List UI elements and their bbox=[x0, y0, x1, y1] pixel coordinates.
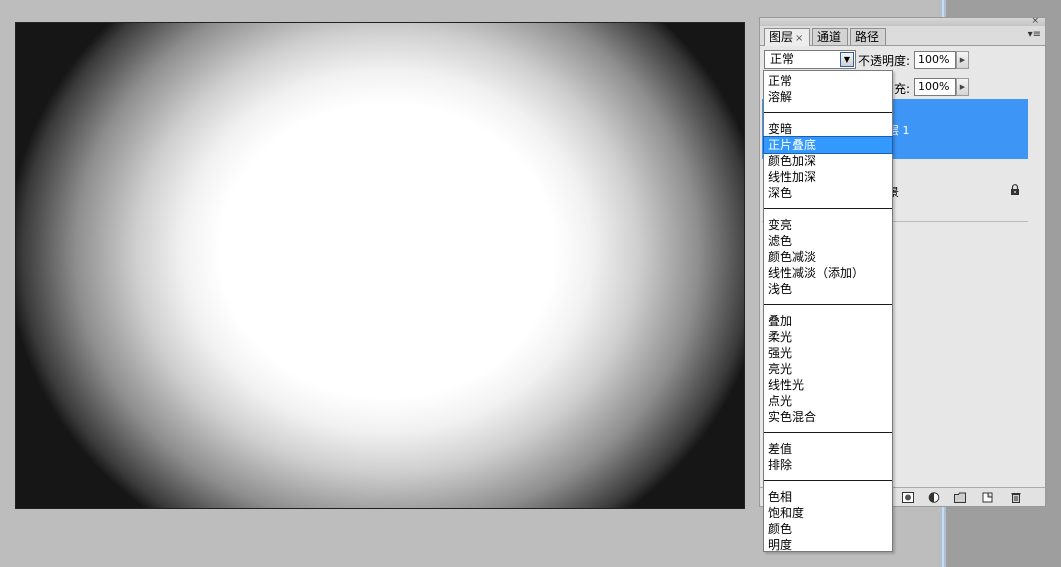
delete-layer-icon[interactable] bbox=[1010, 492, 1022, 503]
blend-mode-option[interactable]: 排除 bbox=[764, 457, 892, 473]
menu-separator bbox=[764, 480, 892, 481]
menu-separator bbox=[764, 432, 892, 433]
blend-mode-option[interactable]: 正常 bbox=[764, 73, 892, 89]
document-canvas[interactable] bbox=[15, 22, 745, 509]
blend-mode-option[interactable]: 亮光 bbox=[764, 361, 892, 377]
blend-mode-option[interactable]: 叠加 bbox=[764, 313, 892, 329]
chevron-down-icon[interactable]: ▼ bbox=[840, 52, 854, 67]
tab-channels[interactable]: 通道 bbox=[812, 28, 848, 45]
fill-input[interactable]: 100% bbox=[914, 78, 956, 96]
blend-mode-option[interactable]: 饱和度 bbox=[764, 505, 892, 521]
adjustment-layer-icon[interactable] bbox=[928, 492, 940, 503]
menu-separator bbox=[764, 304, 892, 305]
blend-mode-option[interactable]: 变亮 bbox=[764, 217, 892, 233]
blend-mode-value: 正常 bbox=[770, 52, 795, 66]
blend-mode-option[interactable]: 浅色 bbox=[764, 281, 892, 297]
tab-layers-label: 图层 bbox=[769, 30, 794, 44]
tab-paths-label: 路径 bbox=[855, 30, 880, 44]
opacity-label: 不透明度: bbox=[858, 54, 911, 68]
blend-mode-option[interactable]: 线性减淡（添加） bbox=[764, 265, 892, 281]
tab-close-icon[interactable]: × bbox=[795, 33, 803, 44]
blend-mode-option[interactable]: 滤色 bbox=[764, 233, 892, 249]
blend-mode-option[interactable]: 正片叠底 bbox=[763, 136, 893, 154]
blend-mode-option[interactable]: 颜色 bbox=[764, 521, 892, 537]
blend-mode-option[interactable]: 差值 bbox=[764, 441, 892, 457]
opacity-slider-button[interactable]: ▶ bbox=[956, 51, 969, 69]
blend-mode-option[interactable]: 颜色减淡 bbox=[764, 249, 892, 265]
blend-mode-option[interactable]: 线性加深 bbox=[764, 169, 892, 185]
blend-mode-option[interactable]: 变暗 bbox=[764, 121, 892, 137]
blend-mode-option[interactable]: 强光 bbox=[764, 345, 892, 361]
tab-layers[interactable]: 图层 × bbox=[764, 28, 810, 46]
tab-paths[interactable]: 路径 bbox=[850, 28, 886, 45]
fill-label: 充: bbox=[894, 82, 911, 96]
blend-mode-option[interactable]: 色相 bbox=[764, 489, 892, 505]
layer-mask-icon[interactable] bbox=[902, 492, 914, 503]
new-group-icon[interactable] bbox=[954, 492, 966, 503]
panel-tabs: 图层 × 通道 路径 ▾≡ bbox=[760, 26, 1045, 46]
blend-mode-option[interactable]: 线性光 bbox=[764, 377, 892, 393]
panel-menu-icon[interactable]: ▾≡ bbox=[1028, 29, 1041, 40]
panel-close-icon[interactable]: × bbox=[1031, 16, 1039, 26]
blend-mode-select[interactable]: 正常 ▼ bbox=[764, 50, 856, 69]
tab-channels-label: 通道 bbox=[817, 30, 842, 44]
lock-icon bbox=[1011, 184, 1019, 195]
blend-mode-option[interactable]: 深色 bbox=[764, 185, 892, 201]
blend-mode-option[interactable]: 溶解 bbox=[764, 89, 892, 105]
menu-separator bbox=[764, 208, 892, 209]
blend-mode-option[interactable]: 实色混合 bbox=[764, 409, 892, 425]
blend-mode-dropdown: 正常 溶解变暗 正片叠底 颜色加深 线性加深 深色变亮 滤色 颜色减淡 线性减淡（添加） 浅色叠加… bbox=[763, 70, 893, 552]
blend-mode-option[interactable]: 柔光 bbox=[764, 329, 892, 345]
new-layer-icon[interactable] bbox=[982, 492, 994, 503]
blend-mode-option[interactable]: 颜色加深 bbox=[764, 153, 892, 169]
blend-mode-option[interactable]: 点光 bbox=[764, 393, 892, 409]
opacity-input[interactable]: 100% bbox=[914, 51, 956, 69]
menu-separator bbox=[764, 112, 892, 113]
fill-slider-button[interactable]: ▶ bbox=[956, 78, 969, 96]
blend-mode-option[interactable]: 明度 bbox=[764, 537, 892, 553]
